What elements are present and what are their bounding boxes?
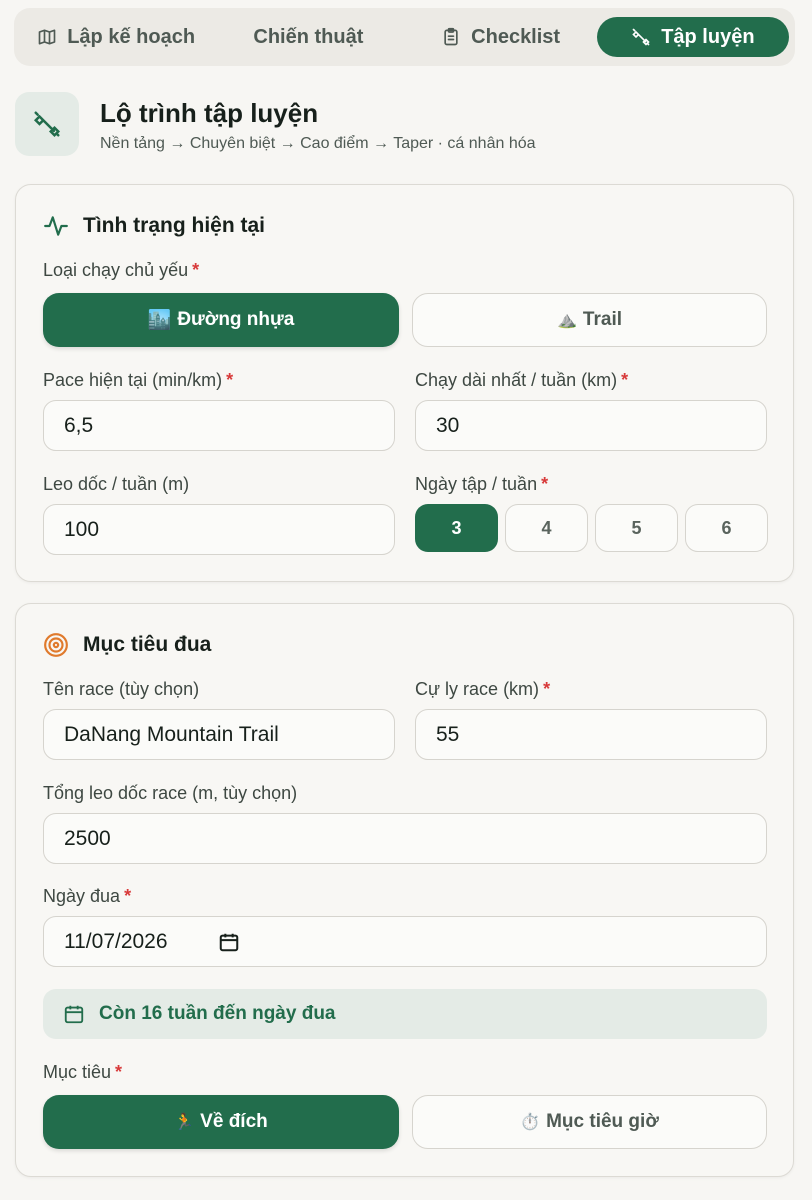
- runner-icon: 🏃: [174, 1114, 195, 1131]
- target-label: Mục tiêu *: [43, 1062, 123, 1082]
- calendar-icon[interactable]: [218, 931, 240, 953]
- weeks-count: 16: [141, 1003, 163, 1024]
- days-option-5[interactable]: 5: [595, 504, 678, 552]
- tab-bar: Lập kế hoạch Chiến thuật Checklist Tập l…: [14, 8, 795, 66]
- pace-input[interactable]: 6,5: [43, 400, 395, 451]
- race-name-input[interactable]: DaNang Mountain Trail: [43, 709, 395, 760]
- race-distance-label: Cự ly race (km) *: [415, 679, 551, 699]
- pace-label: Pace hiện tại (min/km) *: [43, 370, 234, 390]
- long-run-label: Chạy dài nhất / tuần (km) *: [415, 370, 629, 390]
- target-finish-button[interactable]: 🏃 Về đích: [43, 1095, 399, 1149]
- tab-plan[interactable]: Lập kế hoạch: [20, 17, 212, 57]
- weeks-remaining-banner: Còn 16 tuần đến ngày đua: [43, 989, 767, 1039]
- race-distance-input[interactable]: 55: [415, 709, 767, 760]
- current-status-heading: Tình trạng hiện tại: [43, 213, 265, 239]
- page-subtitle: Nền tảng → Chuyên biệt → Cao điểm → Tape…: [100, 135, 536, 152]
- race-elevation-input[interactable]: 2500: [43, 813, 767, 864]
- race-name-label: Tên race (tùy chọn): [43, 679, 200, 699]
- race-goal-card: Mục tiêu đua Tên race (tùy chọn) DaNang …: [15, 603, 794, 1177]
- elevation-week-input[interactable]: 100: [43, 504, 395, 555]
- city-icon: 🏙️: [147, 310, 172, 331]
- stopwatch-icon: ⏱️: [520, 1114, 541, 1131]
- current-status-card: Tình trạng hiện tại Loại chạy chủ yếu * 🏙…: [15, 184, 794, 582]
- tab-plan-label: Lập kế hoạch: [67, 25, 196, 48]
- tab-training[interactable]: Tập luyện: [596, 17, 789, 57]
- days-per-week-label: Ngày tập / tuần *: [415, 474, 549, 494]
- activity-icon: [44, 216, 68, 236]
- tab-strategy[interactable]: Chiến thuật: [212, 17, 404, 57]
- race-elevation-label: Tổng leo dốc race (m, tùy chọn): [43, 783, 298, 803]
- page-title: Lộ trình tập luyện: [100, 98, 319, 128]
- race-date-input[interactable]: 11/07/2026: [43, 916, 767, 967]
- days-option-6[interactable]: 6: [685, 504, 768, 552]
- target-time-button[interactable]: ⏱️ Mục tiêu giờ: [412, 1095, 767, 1149]
- calendar-icon: [64, 1005, 84, 1024]
- tab-training-label: Tập luyện: [661, 25, 755, 48]
- tab-checklist[interactable]: Checklist: [405, 17, 597, 57]
- tab-strategy-label: Chiến thuật: [253, 25, 364, 48]
- map-icon: [38, 29, 56, 45]
- run-type-trail-button[interactable]: ⛰️ Trail: [412, 293, 767, 347]
- header-dumbbell-icon: [15, 92, 79, 156]
- days-option-4[interactable]: 4: [505, 504, 588, 552]
- elevation-week-label: Leo dốc / tuần (m): [43, 474, 190, 494]
- days-option-3[interactable]: 3: [415, 504, 498, 552]
- run-type-label: Loại chạy chủ yếu *: [43, 260, 200, 280]
- race-date-label: Ngày đua *: [43, 886, 132, 906]
- tab-checklist-label: Checklist: [471, 25, 561, 48]
- mountain-icon: ⛰️: [557, 312, 577, 329]
- long-run-input[interactable]: 30: [415, 400, 767, 451]
- run-type-road-button[interactable]: 🏙️ Đường nhựa: [43, 293, 399, 347]
- clipboard-icon: [444, 27, 458, 46]
- target-icon: [44, 633, 68, 657]
- race-goal-heading: Mục tiêu đua: [43, 632, 211, 658]
- dumbbell-icon: [632, 28, 650, 46]
